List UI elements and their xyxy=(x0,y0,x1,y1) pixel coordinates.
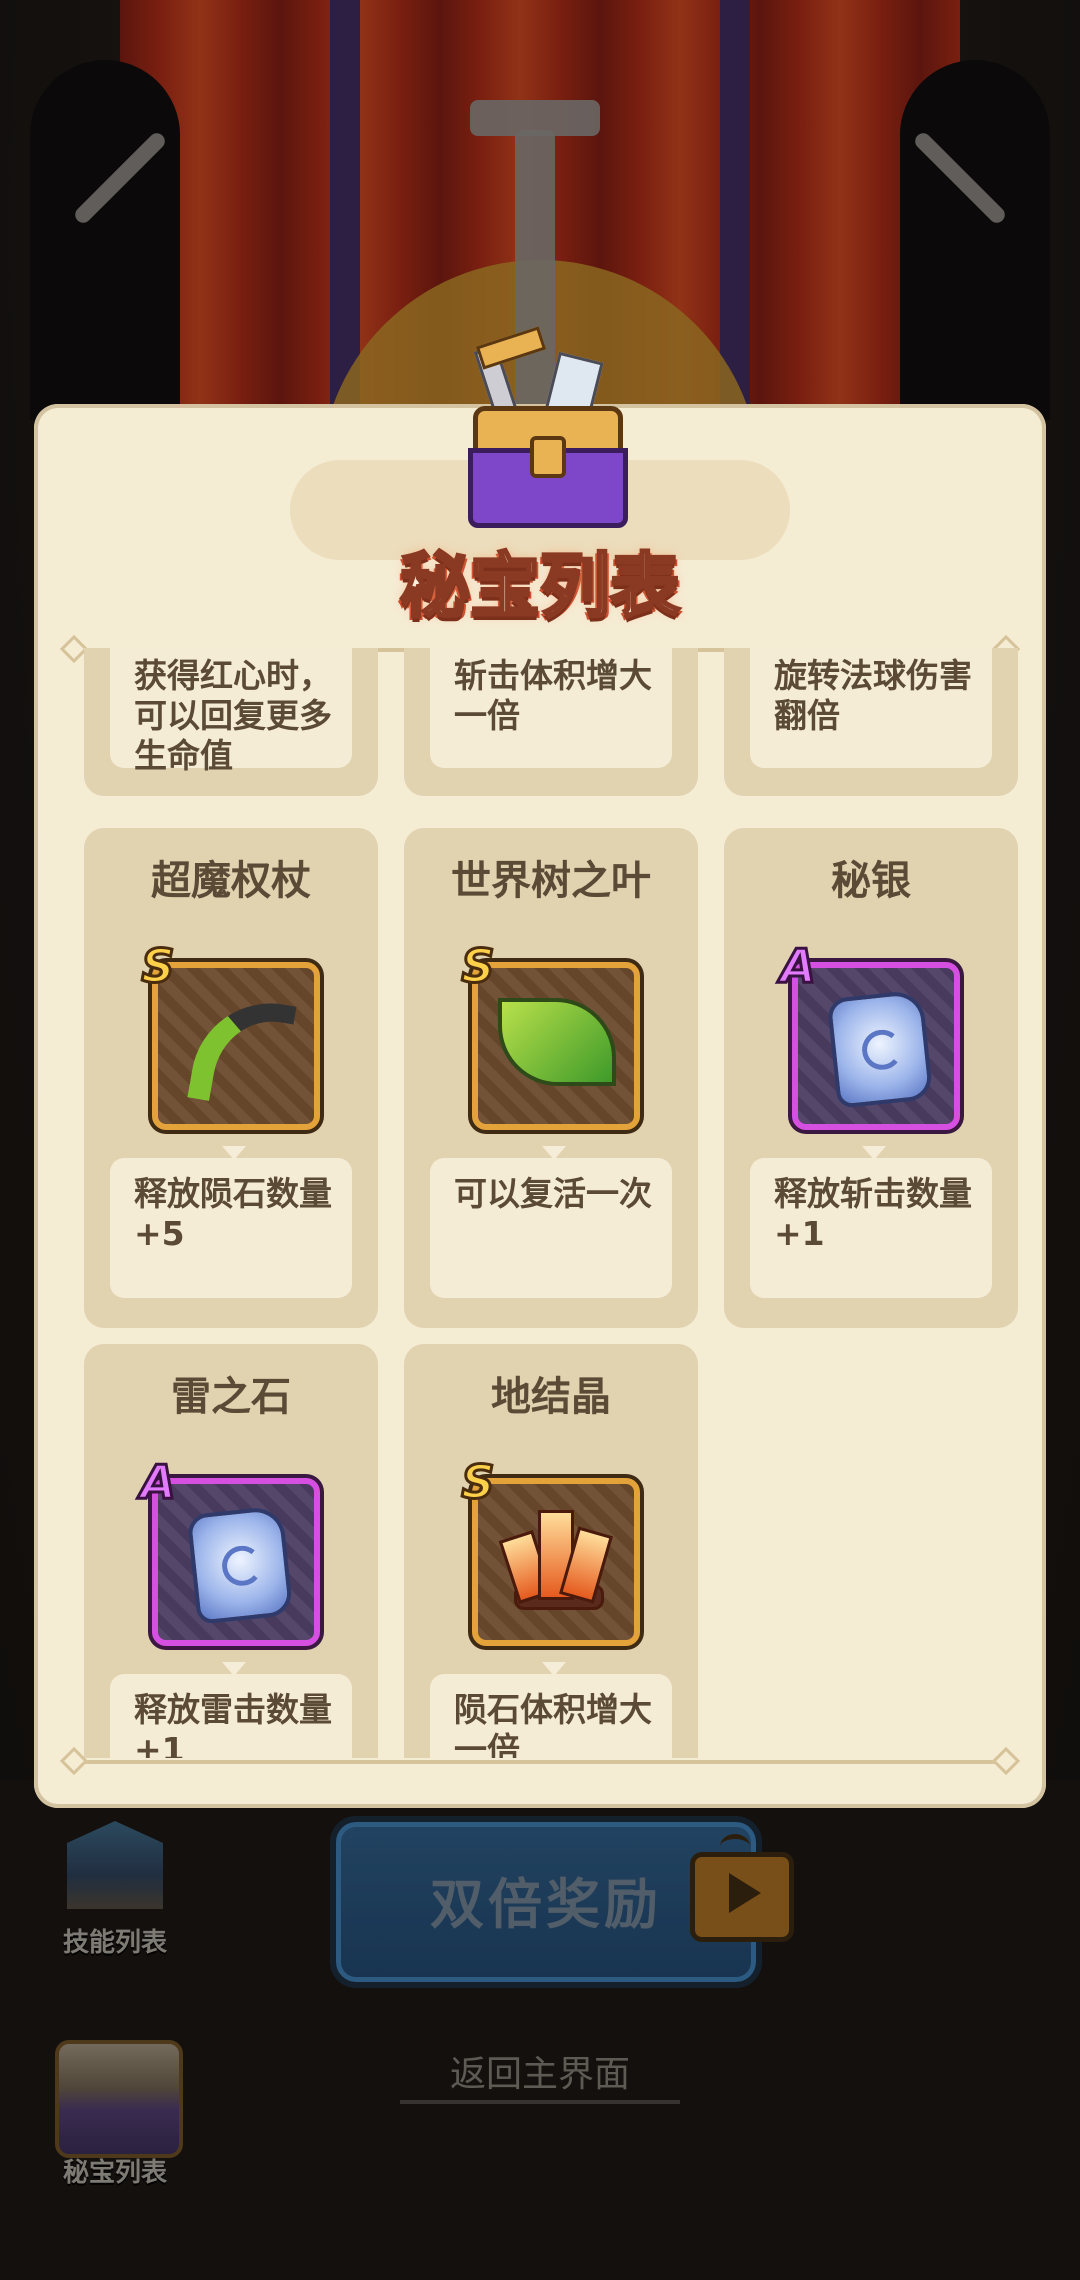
leaf-icon xyxy=(498,998,616,1086)
description-box: 可以复活一次 xyxy=(430,1158,672,1298)
horn-scepter-icon xyxy=(187,990,297,1114)
treasure-description: 陨石体积增大一倍 xyxy=(454,1690,652,1758)
treasure-description: 斩击体积增大一倍 xyxy=(454,656,652,735)
rank-badge: A xyxy=(139,1455,178,1510)
treasure-description: 释放斩击数量+1 xyxy=(774,1174,972,1253)
description-box: 陨石体积增大一倍 xyxy=(430,1674,672,1758)
treasure-card: 旋转法球伤害翻倍 xyxy=(724,648,1018,796)
rank-badge: A xyxy=(779,939,818,994)
description-box: 释放陨石数量+5 xyxy=(110,1158,352,1298)
treasure-card: 斩击体积增大一倍 xyxy=(404,648,698,796)
treasure-card-earth-crystal[interactable]: 地结晶 S 陨石体积增大一倍 xyxy=(404,1344,698,1758)
treasure-card-thunder-stone[interactable]: 雷之石 A 释放雷击数量+1 xyxy=(84,1344,378,1758)
treasure-name: 世界树之叶 xyxy=(451,858,651,904)
rank-badge: S xyxy=(460,1455,496,1510)
treasure-name: 秘银 xyxy=(831,858,911,904)
treasure-description: 可以复活一次 xyxy=(454,1174,652,1213)
rune-stone-icon xyxy=(186,1505,294,1625)
treasure-card-mithril[interactable]: 秘银 A 释放斩击数量+1 xyxy=(724,828,1018,1328)
description-box: 释放雷击数量+1 xyxy=(110,1674,352,1758)
treasure-description: 获得红心时，可以回复更多生命值 xyxy=(134,656,332,775)
rune-stone-icon xyxy=(826,989,934,1109)
panel-title: 秘宝列表 xyxy=(399,544,682,629)
lock-icon xyxy=(530,436,566,478)
treasure-description: 释放陨石数量+5 xyxy=(134,1174,332,1253)
description-box: 释放斩击数量+1 xyxy=(750,1158,992,1298)
treasure-name: 地结晶 xyxy=(491,1374,611,1420)
treasure-description: 旋转法球伤害翻倍 xyxy=(774,656,972,735)
treasure-name: 超魔权杖 xyxy=(151,858,311,904)
treasure-grid[interactable]: 获得红心时，可以回复更多生命值 斩击体积增大一倍 旋转法球伤害翻倍 超魔权杖 S… xyxy=(70,648,1020,1758)
bottom-divider xyxy=(59,1746,1021,1776)
treasure-card-world-tree-leaf[interactable]: 世界树之叶 S 可以复活一次 xyxy=(404,828,698,1328)
treasure-chest-icon xyxy=(468,326,628,528)
treasure-card-super-scepter[interactable]: 超魔权杖 S 释放陨石数量+5 xyxy=(84,828,378,1328)
treasure-card: 获得红心时，可以回复更多生命值 xyxy=(84,648,378,796)
rank-badge: S xyxy=(140,939,176,994)
crystal-icon xyxy=(498,1510,613,1610)
treasure-name: 雷之石 xyxy=(171,1374,291,1420)
treasure-description: 释放雷击数量+1 xyxy=(134,1690,332,1758)
rank-badge: S xyxy=(460,939,496,994)
